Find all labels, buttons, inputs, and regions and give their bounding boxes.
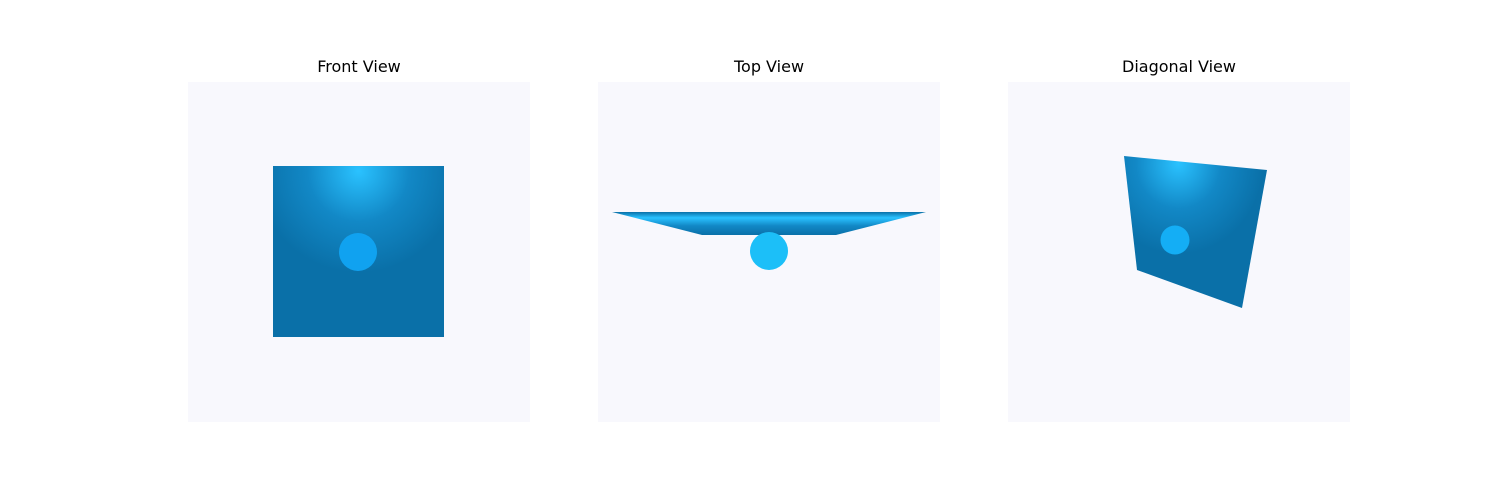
top-view-title: Top View	[733, 57, 805, 76]
diagonal-view-panel	[1008, 82, 1350, 422]
front-view-panel	[188, 82, 530, 422]
diagonal-view-sphere	[1160, 225, 1190, 255]
top-view-panel	[598, 82, 940, 422]
diagonal-view-title: Diagonal View	[1122, 57, 1236, 76]
top-view-sphere	[750, 232, 788, 270]
front-view-title: Front View	[317, 57, 401, 76]
front-view-sphere	[339, 233, 377, 271]
